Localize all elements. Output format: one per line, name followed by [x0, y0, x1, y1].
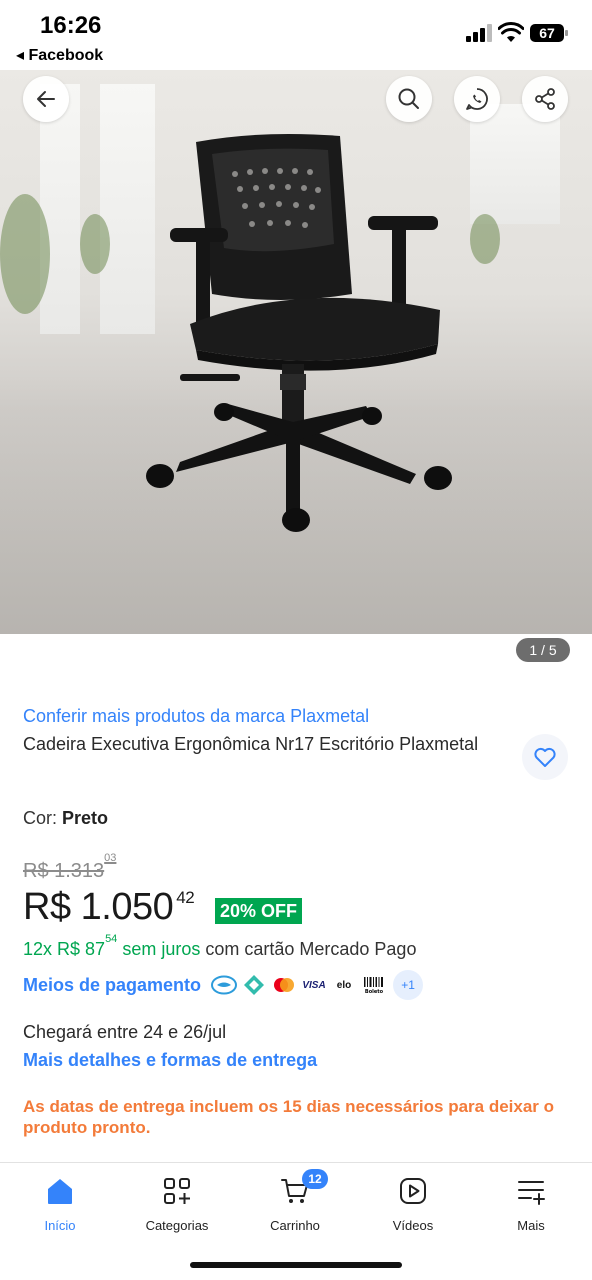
mastercard-icon — [271, 972, 298, 998]
original-price-cents: 03 — [104, 852, 117, 865]
more-payment-methods[interactable]: +1 — [393, 970, 424, 1000]
brand-products-link[interactable]: Conferir mais produtos da marca Plaxmeta… — [23, 706, 369, 727]
nav-cart[interactable]: 12 Carrinho — [236, 1169, 354, 1233]
elo-icon: elo — [331, 972, 358, 998]
visa-icon: VISA — [301, 972, 328, 998]
nav-categories-label: Categorias — [145, 1218, 209, 1233]
wifi-icon — [498, 22, 524, 42]
search-icon — [398, 88, 419, 109]
search-button[interactable] — [386, 76, 432, 122]
cellular-signal-icon — [466, 22, 492, 42]
mercado-pago-icon — [211, 972, 238, 998]
current-price-cents: 42 — [176, 888, 195, 907]
color-label: Cor: — [23, 808, 58, 828]
menu-plus-icon — [518, 1181, 545, 1205]
product-image-gallery[interactable] — [0, 44, 592, 634]
svg-text:Boleto: Boleto — [365, 989, 384, 995]
categories-grid-icon — [164, 1178, 190, 1204]
installments-amount: 12x R$ 87 — [23, 939, 106, 959]
back-to-facebook-link[interactable]: ◂ Facebook — [16, 45, 103, 65]
payment-methods-row[interactable]: Meios de pagamento VISA elo Boleto +1 — [23, 970, 424, 1000]
current-price: R$ 1.050 42 — [23, 886, 195, 929]
pix-icon — [241, 972, 268, 998]
nav-home[interactable]: Início — [1, 1175, 119, 1233]
boleto-icon: Boleto — [361, 972, 388, 998]
battery-icon: 67 — [530, 24, 568, 42]
original-price: R$ 1.31303 — [23, 852, 116, 883]
arrival-estimate: Chegará entre 24 e 26/jul — [23, 1022, 227, 1042]
home-icon — [48, 1179, 72, 1204]
installments-suffix: com cartão Mercado Pago — [200, 939, 417, 959]
home-indicator — [190, 1262, 402, 1268]
image-counter: 1 / 5 — [516, 638, 570, 662]
delivery-details-link[interactable]: Mais detalhes e formas de entrega — [23, 1050, 317, 1071]
back-arrow-icon — [37, 91, 55, 107]
nav-home-label: Início — [44, 1218, 76, 1233]
share-button[interactable] — [522, 76, 568, 122]
whatsapp-share-button[interactable] — [454, 76, 500, 122]
current-price-main: R$ 1.050 — [23, 886, 174, 928]
nav-cart-label: Carrinho — [270, 1218, 320, 1233]
video-play-icon — [400, 1178, 426, 1204]
nav-videos[interactable]: Vídeos — [354, 1175, 472, 1233]
product-title: Cadeira Executiva Ergonômica Nr17 Escrit… — [23, 734, 479, 754]
nav-categories[interactable]: Categorias — [118, 1175, 236, 1233]
payment-methods-link[interactable]: Meios de pagamento — [23, 975, 201, 996]
color-selector[interactable]: Cor: Preto — [23, 808, 108, 829]
installments-no-interest: sem juros — [117, 939, 201, 959]
delivery-notice: As datas de entrega incluem os 15 dias n… — [23, 1097, 555, 1137]
original-price-main: R$ 1.313 — [23, 860, 105, 882]
heart-icon — [534, 747, 556, 767]
nav-more-label: Mais — [517, 1218, 545, 1233]
favorite-button[interactable] — [522, 734, 568, 780]
clock: 16:26 — [40, 12, 102, 39]
whatsapp-icon — [466, 88, 488, 110]
installments-info: 12x R$ 8754 sem juros com cartão Mercado… — [23, 933, 417, 960]
discount-badge: 20% OFF — [215, 898, 303, 924]
installments-cents: 54 — [105, 933, 118, 945]
color-value: Preto — [62, 808, 109, 828]
nav-videos-label: Vídeos — [392, 1218, 434, 1233]
office-chair-image — [146, 134, 452, 532]
cart-count-badge: 12 — [302, 1169, 328, 1189]
status-bar: 16:26 ◂ Facebook 67 — [0, 0, 592, 70]
nav-more[interactable]: Mais — [472, 1175, 590, 1233]
share-icon — [535, 88, 555, 110]
back-button[interactable] — [23, 76, 69, 122]
